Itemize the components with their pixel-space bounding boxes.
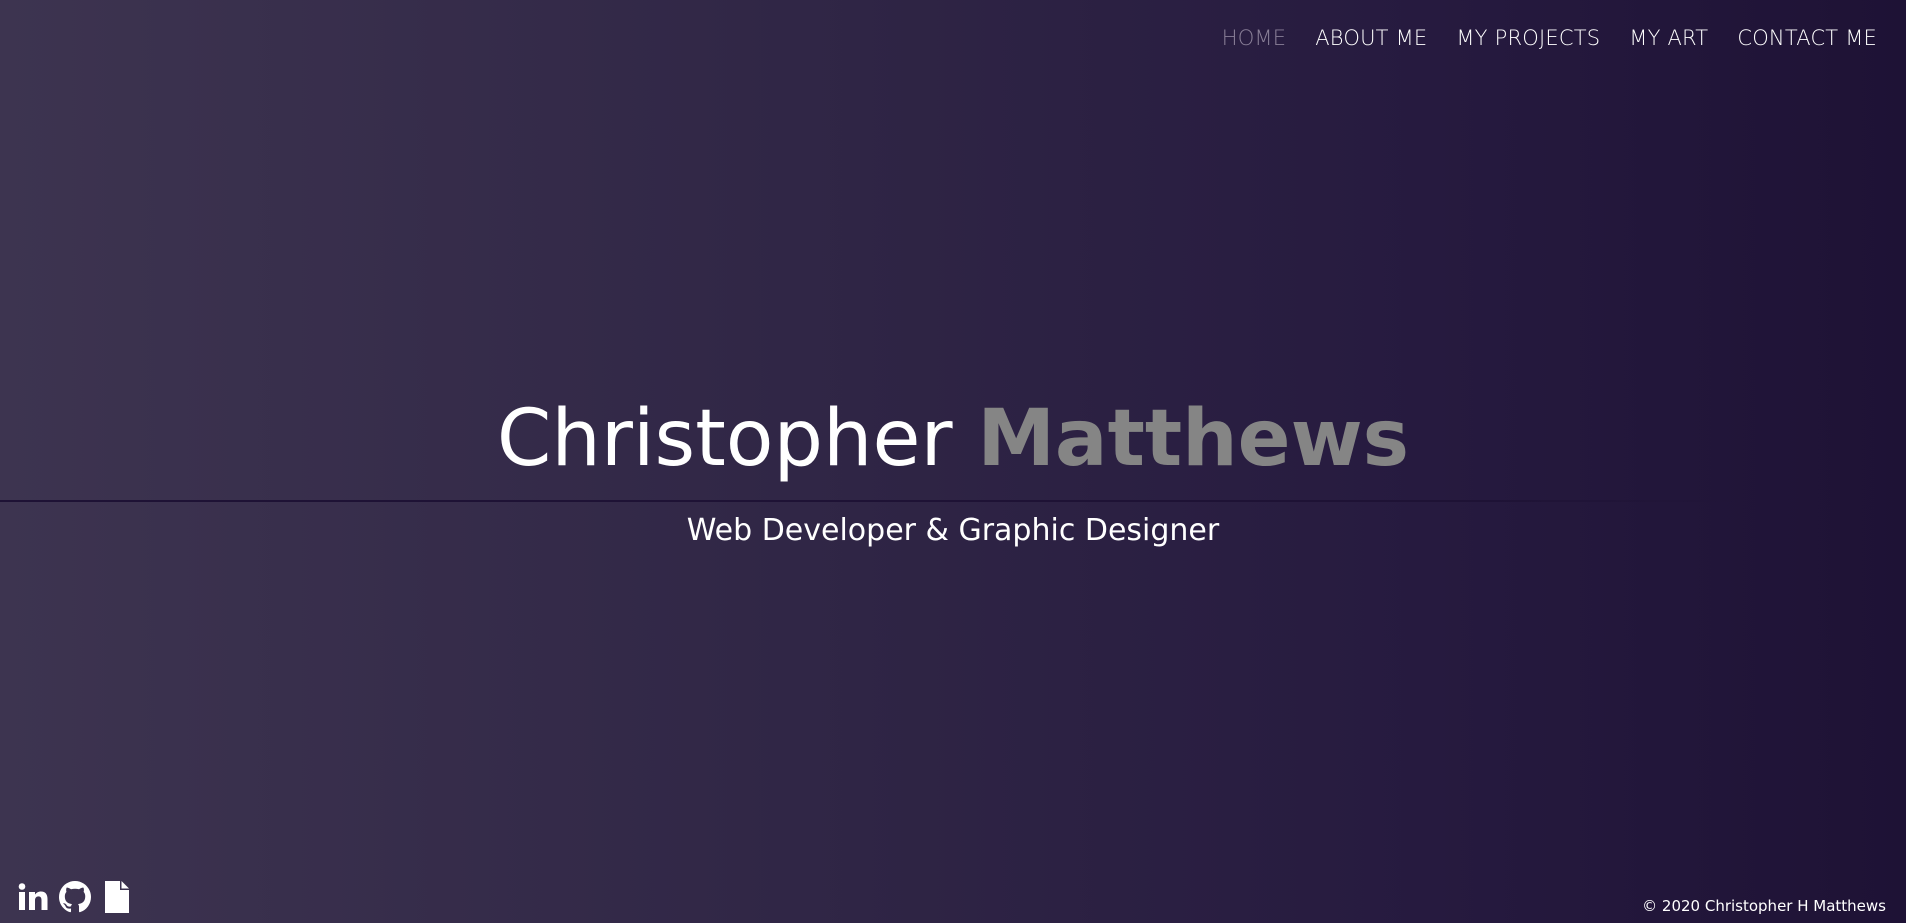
github-icon <box>59 881 91 913</box>
nav-item-my-art: MY ART <box>1629 26 1708 50</box>
social-links <box>17 881 133 913</box>
hero-title: Christopher Matthews <box>0 394 1906 484</box>
nav-item-my-projects: MY PROJECTS <box>1456 26 1600 50</box>
hero-subtitle: Web Developer & Graphic Designer <box>686 513 1220 548</box>
hero-divider <box>0 500 1740 502</box>
nav-link-contact-me[interactable]: CONTACT ME <box>1737 26 1877 50</box>
nav-link-my-projects[interactable]: MY PROJECTS <box>1456 26 1600 50</box>
github-link[interactable] <box>59 881 91 913</box>
nav-link-home[interactable]: HOME <box>1222 26 1287 50</box>
resume-link[interactable] <box>101 881 133 913</box>
copyright-text: © 2020 Christopher H Matthews <box>1642 897 1886 915</box>
hero-last-name: Matthews <box>977 394 1410 484</box>
nav-item-home: HOME <box>1222 26 1287 50</box>
hero-first-name: Christopher <box>496 394 953 484</box>
linkedin-icon <box>18 883 48 910</box>
linkedin-link[interactable] <box>17 881 49 913</box>
main-nav: HOME ABOUT ME MY PROJECTS MY ART CONTACT… <box>1222 26 1877 50</box>
nav-item-about-me: ABOUT ME <box>1315 26 1427 50</box>
nav-link-about-me[interactable]: ABOUT ME <box>1315 26 1427 50</box>
nav-item-contact-me: CONTACT ME <box>1737 26 1877 50</box>
document-icon <box>105 881 129 913</box>
nav-link-my-art[interactable]: MY ART <box>1629 26 1708 50</box>
